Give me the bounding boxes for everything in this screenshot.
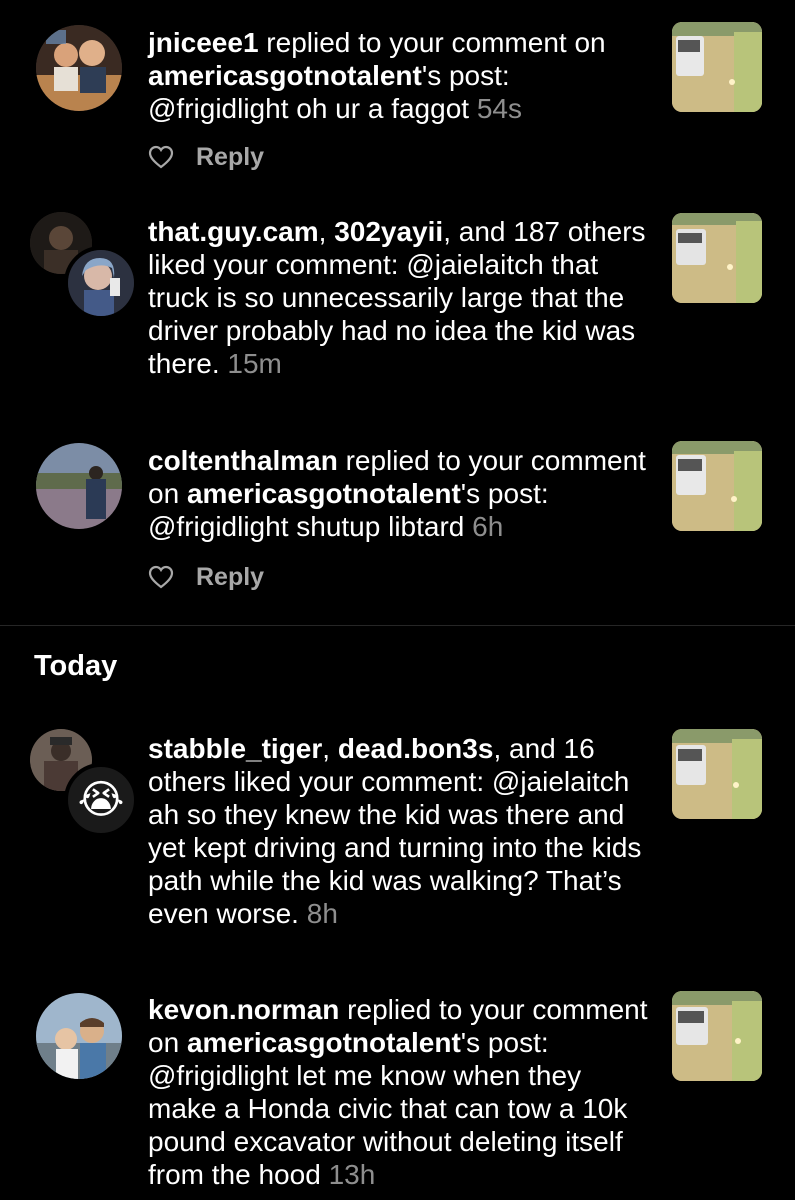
reply-button[interactable]: Reply <box>196 143 264 172</box>
reply-button[interactable]: Reply <box>196 563 264 592</box>
notification-text: kevon.norman replied to your comment on … <box>148 994 648 1190</box>
avatar-photo <box>36 25 122 111</box>
notification-text: stabble_tiger, dead.bon3s, and 16 others… <box>148 733 642 929</box>
avatar-photo <box>36 443 122 529</box>
post-owner-link[interactable]: americasgotnotalent <box>187 478 461 509</box>
timestamp: 13h <box>328 1159 376 1190</box>
username-link[interactable]: stabble_tiger <box>148 733 322 764</box>
user-avatar[interactable]: 😭 <box>64 763 138 837</box>
timestamp: 6h <box>472 511 504 542</box>
timestamp: 15m <box>227 348 282 379</box>
notification-text: coltenthalman replied to your comment on… <box>148 445 646 542</box>
post-thumbnail[interactable] <box>672 22 762 112</box>
notification-text: that.guy.cam, 302yayii, and 187 others l… <box>148 216 646 379</box>
post-owner-link[interactable]: americasgotnotalent <box>187 1027 461 1058</box>
thumbnail-image <box>672 991 762 1081</box>
username-link[interactable]: jniceee1 <box>148 27 259 58</box>
section-header-today: Today <box>34 650 118 682</box>
stacked-avatars[interactable] <box>30 212 138 320</box>
username-link[interactable]: 302yayii <box>334 216 443 247</box>
timestamp: 8h <box>306 898 338 929</box>
username-link[interactable]: coltenthalman <box>148 445 338 476</box>
section-divider <box>0 625 795 626</box>
comment-body: @frigidlight oh ur a faggot <box>148 93 470 124</box>
reply-action[interactable]: Reply <box>148 562 264 592</box>
username-link[interactable]: that.guy.cam <box>148 216 319 247</box>
user-avatar[interactable] <box>36 993 122 1079</box>
stacked-avatars[interactable]: 😭 <box>30 729 138 837</box>
username-link[interactable]: kevon.norman <box>148 994 339 1025</box>
post-thumbnail[interactable] <box>672 991 762 1081</box>
notification-text: jniceee1 replied to your comment on amer… <box>148 27 606 124</box>
avatar-photo <box>36 993 122 1079</box>
comment-body: @frigidlight shutup libtard <box>148 511 465 542</box>
post-thumbnail[interactable] <box>672 213 762 303</box>
user-avatar[interactable] <box>64 246 138 320</box>
user-avatar[interactable] <box>36 25 122 111</box>
timestamp: 54s <box>476 93 522 124</box>
thumbnail-image <box>672 441 762 531</box>
post-thumbnail[interactable] <box>672 729 762 819</box>
post-owner-link[interactable]: americasgotnotalent <box>148 60 422 91</box>
comment-body: @frigidlight let me know when they make … <box>148 1060 628 1190</box>
reply-action[interactable]: Reply <box>148 142 264 172</box>
crying-emoji-icon: 😭 <box>77 778 125 822</box>
username-link[interactable]: dead.bon3s <box>338 733 494 764</box>
thumbnail-image <box>672 22 762 112</box>
user-avatar[interactable] <box>36 443 122 529</box>
avatar-photo <box>68 250 134 316</box>
heart-icon[interactable] <box>148 565 174 589</box>
thumbnail-image <box>672 213 762 303</box>
heart-icon[interactable] <box>148 145 174 169</box>
thumbnail-image <box>672 729 762 819</box>
post-thumbnail[interactable] <box>672 441 762 531</box>
